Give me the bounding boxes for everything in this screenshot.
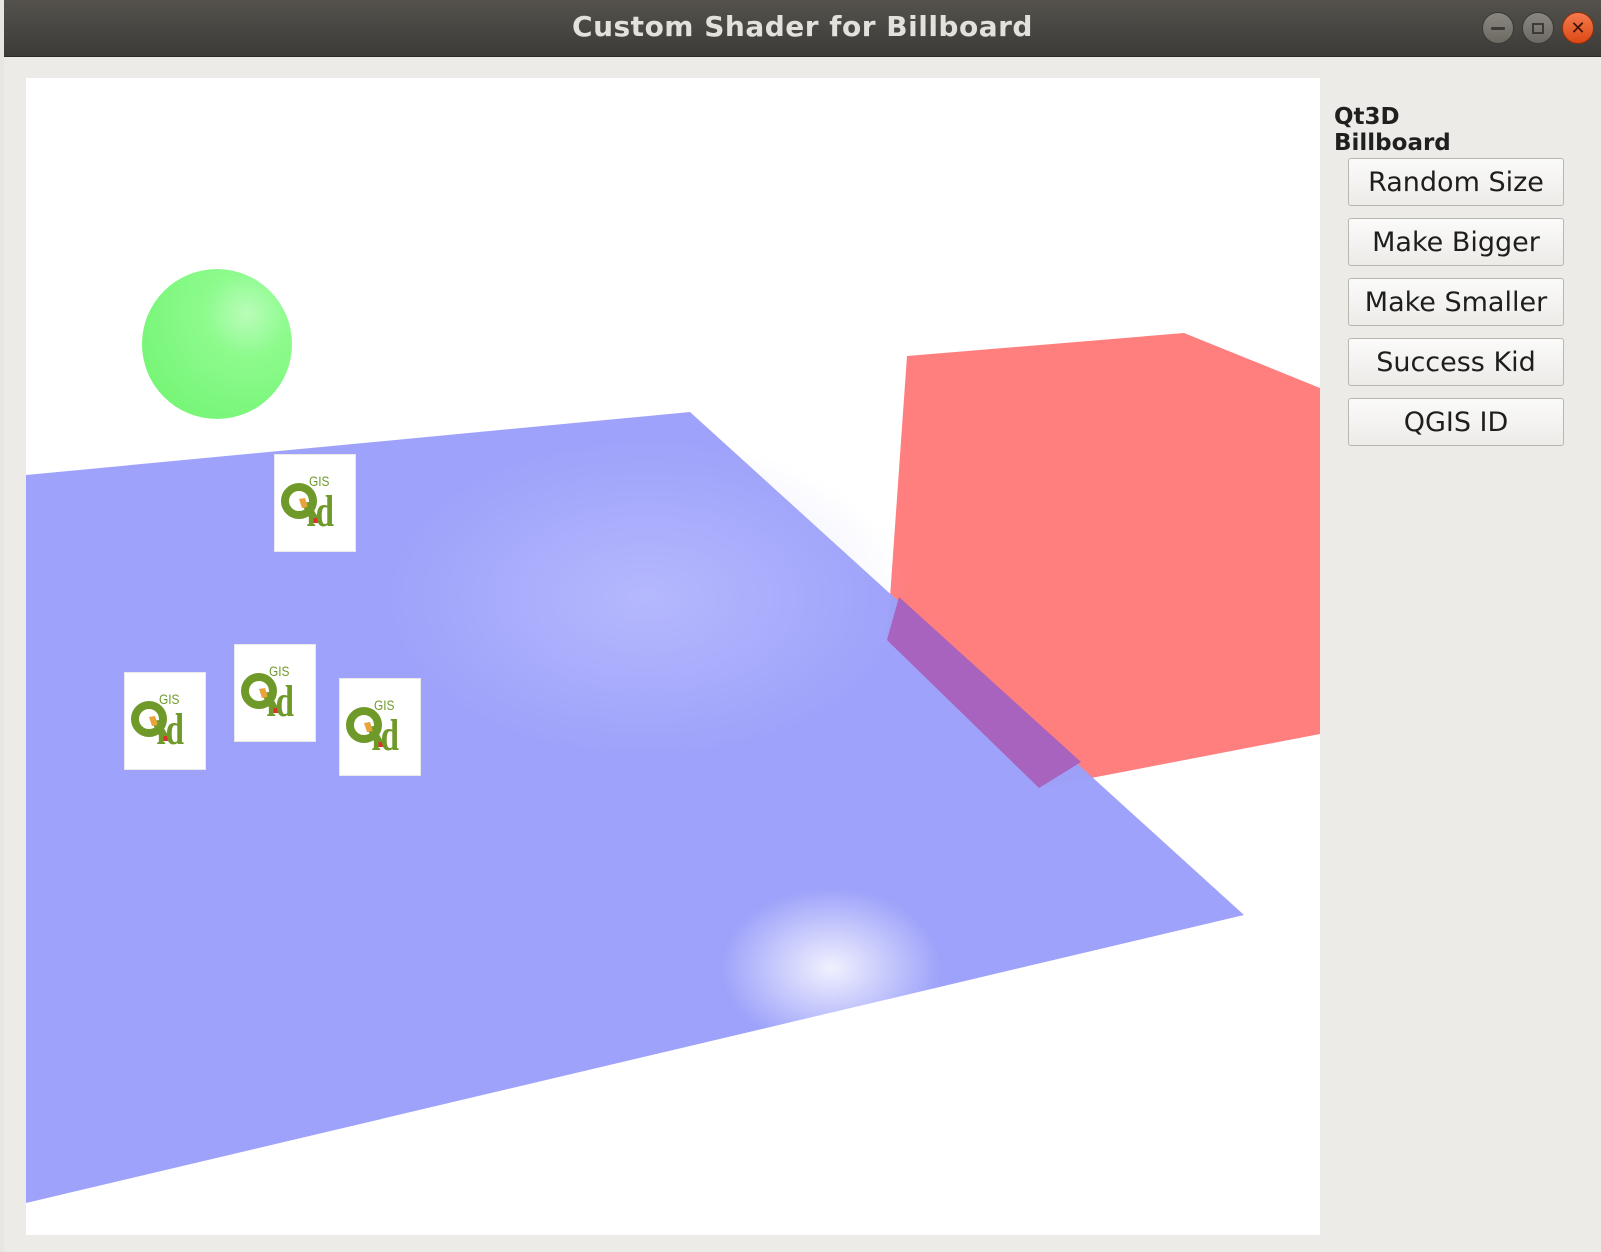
billboard-qgis-logo: GIS id — [275, 455, 355, 551]
qgis-logo-icon: GISid — [281, 473, 335, 537]
green-sphere — [142, 269, 292, 419]
qgis-id-button[interactable]: QGIS ID — [1348, 398, 1564, 446]
minimize-icon[interactable] — [1482, 12, 1514, 44]
svg-text:id: id — [372, 712, 400, 761]
qgis-logo-icon: GISid — [241, 663, 295, 727]
scene-canvas — [26, 269, 1320, 1203]
qgis-logo-icon: GISid — [131, 691, 185, 755]
random-size-button[interactable]: Random Size — [1348, 158, 1564, 206]
billboard-qgis-logo: GIS id — [125, 673, 205, 769]
panel-heading: Qt3D Billboard — [1334, 104, 1451, 156]
3d-viewport[interactable]: GIS id GIS id GIS id GIS id — [26, 78, 1320, 1235]
plane-specular-highlight — [721, 888, 941, 1048]
maximize-icon[interactable] — [1522, 12, 1554, 44]
plane-light-spot — [386, 438, 906, 758]
close-icon[interactable]: ✕ — [1562, 12, 1594, 44]
success-kid-button[interactable]: Success Kid — [1348, 338, 1564, 386]
app-window: Custom Shader for Billboard ✕ GIS id GIS… — [4, 0, 1601, 1252]
billboard-qgis-logo: GIS id — [235, 645, 315, 741]
svg-text:id: id — [157, 706, 185, 755]
make-bigger-button[interactable]: Make Bigger — [1348, 218, 1564, 266]
svg-text:id: id — [267, 678, 295, 727]
title-bar[interactable]: Custom Shader for Billboard ✕ — [4, 0, 1601, 57]
billboard-qgis-logo: GIS id — [340, 679, 420, 775]
make-smaller-button[interactable]: Make Smaller — [1348, 278, 1564, 326]
svg-text:id: id — [307, 488, 335, 537]
window-title: Custom Shader for Billboard — [572, 10, 1033, 43]
qgis-logo-icon: GISid — [346, 697, 400, 761]
